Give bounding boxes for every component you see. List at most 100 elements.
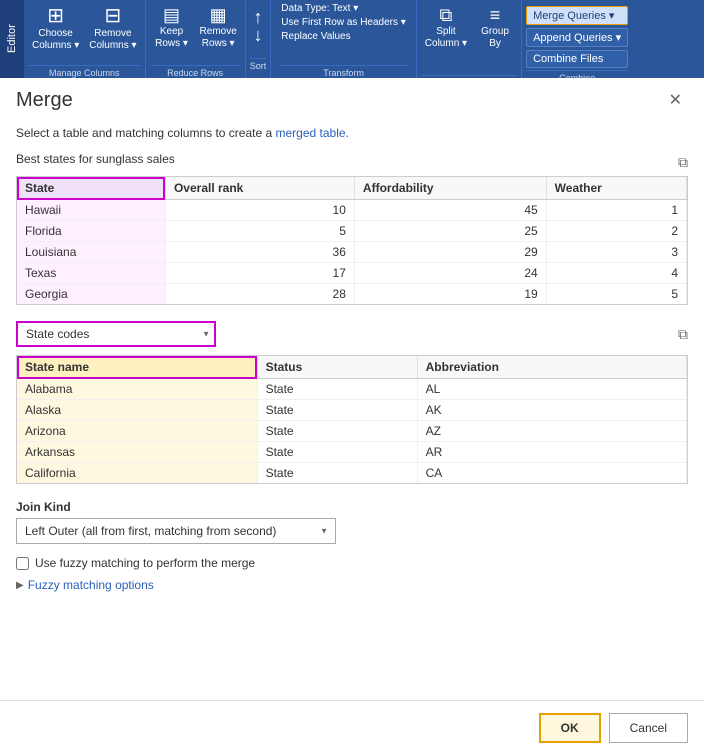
fuzzy-checkbox-row: Use fuzzy matching to perform the merge: [16, 556, 688, 570]
merged-table-link[interactable]: merged table.: [275, 126, 348, 140]
ok-button[interactable]: OK: [539, 713, 601, 743]
table2-row3-abbr: AZ: [417, 421, 686, 442]
table2-icon[interactable]: ⧉: [678, 326, 688, 343]
table1-row3-weather: 3: [546, 242, 686, 263]
table2-col-status-header[interactable]: Status: [257, 356, 417, 379]
keep-rows-button[interactable]: ▤ KeepRows ▾: [150, 4, 194, 63]
table1-row3-affordability: 29: [354, 242, 546, 263]
table2-col-name-header[interactable]: State name: [17, 356, 257, 379]
combine-files-button[interactable]: Combine Files: [526, 50, 628, 68]
remove-columns-button[interactable]: ⊟ RemoveColumns ▾: [85, 4, 140, 63]
split-group-section: ⧉ SplitColumn ▾ ≡ GroupBy: [417, 0, 522, 78]
table2-row5-name: California: [17, 463, 257, 484]
choose-columns-icon: ⊞: [47, 6, 64, 26]
table2-col-abbr-header[interactable]: Abbreviation: [417, 356, 686, 379]
ribbon: Editor ⊞ ChooseColumns ▾ ⊟ RemoveColumns…: [0, 0, 704, 78]
table2: State name Status Abbreviation Alabama S…: [17, 356, 687, 483]
table-row: Georgia 28 19 5: [17, 284, 687, 305]
table2-row2-abbr: AK: [417, 400, 686, 421]
group-by-label: GroupBy: [481, 26, 509, 50]
table2-row4-status: State: [257, 442, 417, 463]
table1-row2-affordability: 25: [354, 221, 546, 242]
group-by-icon: ≡: [490, 6, 501, 24]
fuzzy-options-label: Fuzzy matching options: [28, 578, 154, 592]
reduce-rows-section: ▤ KeepRows ▾ ▦ RemoveRows ▾ Reduce Rows: [146, 0, 246, 78]
remove-rows-button[interactable]: ▦ RemoveRows ▾: [196, 4, 241, 63]
merge-queries-button[interactable]: Merge Queries ▾: [526, 6, 628, 25]
remove-rows-label: RemoveRows ▾: [200, 26, 237, 50]
table-row: Florida 5 25 2: [17, 221, 687, 242]
choose-columns-button[interactable]: ⊞ ChooseColumns ▾: [28, 4, 83, 63]
table-row: Alaska State AK: [17, 400, 687, 421]
table1-row5-weather: 5: [546, 284, 686, 305]
table2-row1-name: Alabama: [17, 379, 257, 400]
table1-row2-weather: 2: [546, 221, 686, 242]
table1-col-weather-header[interactable]: Weather: [546, 177, 686, 200]
sort-asc-icon[interactable]: ↑: [254, 8, 263, 26]
table1: State Overall rank Affordability Weather…: [17, 177, 687, 304]
table1-row1-state: Hawaii: [17, 200, 165, 221]
table1-row1-rank: 10: [165, 200, 354, 221]
table1-name: Best states for sunglass sales: [16, 152, 175, 166]
merge-dialog: Merge ✕ Select a table and matching colu…: [0, 78, 704, 755]
combine-section: Merge Queries ▾ Append Queries ▾ Combine…: [522, 0, 632, 78]
table1-row2-rank: 5: [165, 221, 354, 242]
first-row-headers-button[interactable]: Use First Row as Headers ▾: [279, 16, 408, 29]
fuzzy-checkbox-label: Use fuzzy matching to perform the merge: [35, 556, 255, 570]
combine-files-label: Combine Files: [533, 53, 603, 65]
table2-row4-abbr: AR: [417, 442, 686, 463]
first-row-headers-label: Use First Row as Headers ▾: [281, 17, 406, 28]
remove-columns-label: RemoveColumns ▾: [89, 28, 136, 52]
table2-row5-status: State: [257, 463, 417, 484]
data-type-button[interactable]: Data Type: Text ▾: [279, 2, 408, 15]
join-kind-dropdown[interactable]: Left Outer (all from first, matching fro…: [16, 518, 336, 544]
close-button[interactable]: ✕: [663, 88, 688, 112]
table2-dropdown-wrapper: State codes: [16, 321, 216, 347]
table2-body: Alabama State AL Alaska State AK Arizona…: [17, 379, 687, 484]
data-type-label: Data Type: Text ▾: [281, 3, 358, 14]
keep-rows-label: KeepRows ▾: [155, 26, 188, 50]
split-column-icon: ⧉: [440, 6, 453, 24]
table1-row4-affordability: 24: [354, 263, 546, 284]
group-by-button[interactable]: ≡ GroupBy: [473, 4, 517, 73]
cancel-button[interactable]: Cancel: [609, 713, 688, 743]
table2-row3-name: Arizona: [17, 421, 257, 442]
table1-col-state-header[interactable]: State: [17, 177, 165, 200]
table-row: Arizona State AZ: [17, 421, 687, 442]
manage-columns-label: Manage Columns: [28, 65, 141, 78]
table-row: California State CA: [17, 463, 687, 484]
reduce-rows-label: Reduce Rows: [150, 65, 241, 78]
table1-col-rank-header[interactable]: Overall rank: [165, 177, 354, 200]
replace-values-button[interactable]: Replace Values: [279, 30, 408, 43]
table-row: Louisiana 36 29 3: [17, 242, 687, 263]
table2-row2-status: State: [257, 400, 417, 421]
manage-columns-section: ⊞ ChooseColumns ▾ ⊟ RemoveColumns ▾ Mana…: [24, 0, 146, 78]
table2-row4-name: Arkansas: [17, 442, 257, 463]
table2-row1-abbr: AL: [417, 379, 686, 400]
dialog-footer: OK Cancel: [0, 700, 704, 755]
transform-section: Data Type: Text ▾ Use First Row as Heade…: [271, 0, 417, 78]
dialog-title: Merge: [16, 89, 73, 112]
keep-rows-icon: ▤: [163, 6, 180, 24]
join-kind-label: Join Kind: [16, 500, 688, 514]
sort-desc-icon[interactable]: ↓: [254, 26, 263, 44]
split-column-button[interactable]: ⧉ SplitColumn ▾: [421, 4, 471, 73]
table2-dropdown-row: State codes ⧉: [16, 321, 688, 347]
table1-row4-rank: 17: [165, 263, 354, 284]
dialog-header: Merge ✕: [0, 78, 704, 118]
replace-values-label: Replace Values: [281, 31, 350, 42]
table-row: Hawaii 10 45 1: [17, 200, 687, 221]
table-row: Texas 17 24 4: [17, 263, 687, 284]
append-queries-button[interactable]: Append Queries ▾: [526, 28, 628, 47]
merge-queries-label: Merge Queries ▾: [533, 9, 614, 22]
table1-col-affordability-header[interactable]: Affordability: [354, 177, 546, 200]
fuzzy-options-expander[interactable]: ▶ Fuzzy matching options: [16, 578, 688, 592]
table2-dropdown[interactable]: State codes: [16, 321, 216, 347]
fuzzy-checkbox[interactable]: [16, 557, 29, 570]
table1-row1-affordability: 45: [354, 200, 546, 221]
choose-columns-label: ChooseColumns ▾: [32, 28, 79, 52]
table1-icon[interactable]: ⧉: [678, 154, 688, 171]
table1-row4-state: Texas: [17, 263, 165, 284]
remove-rows-icon: ▦: [210, 6, 227, 24]
join-kind-section: Join Kind Left Outer (all from first, ma…: [16, 500, 688, 544]
